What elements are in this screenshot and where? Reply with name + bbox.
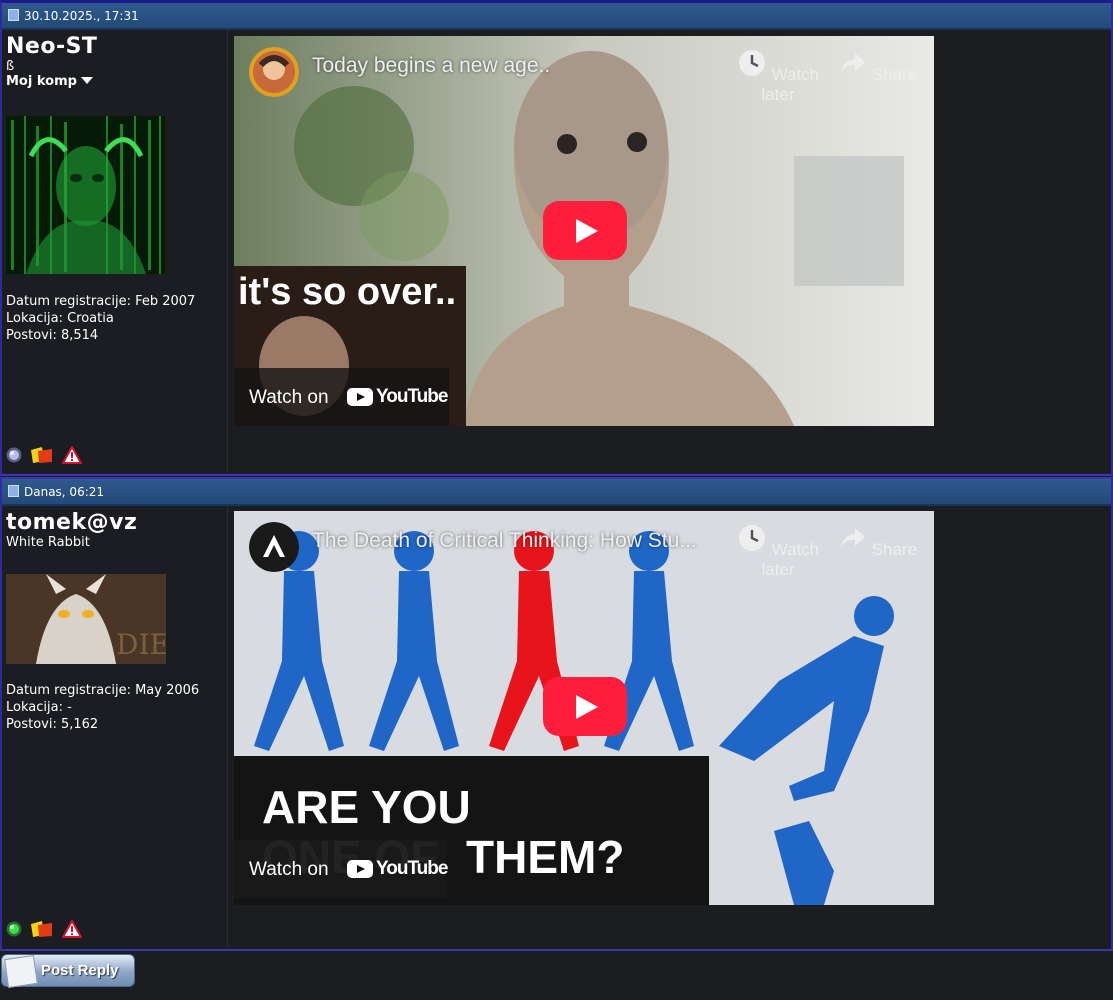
youtube-logo-icon [347, 388, 373, 406]
post-count: Postovi: 8,514 [6, 328, 99, 343]
video-title[interactable]: The Death of Critical Thinking: How Stu.… [312, 529, 697, 553]
post-timestamp: 30.10.2025., 17:31 [24, 9, 139, 23]
post-document-icon [8, 9, 19, 21]
channel-avatar[interactable] [249, 47, 299, 97]
post-2: Danas, 06:21 tomek@vz White Rabbit DIE D… [0, 477, 1113, 951]
user-title: White Rabbit [6, 535, 90, 550]
warning-icon[interactable] [62, 920, 82, 938]
user-info-panel: tomek@vz White Rabbit DIE Datum registra… [2, 506, 228, 947]
share-icon [840, 528, 865, 547]
post-reply-button[interactable]: Post Reply [1, 954, 135, 988]
share-icon [840, 53, 865, 72]
moj-komp-dropdown[interactable]: Moj komp [6, 74, 227, 89]
report-flag-icon[interactable] [30, 920, 54, 938]
youtube-logo-icon [347, 860, 373, 878]
play-button[interactable] [543, 201, 627, 260]
thumbnail-caption: it's so over.. [238, 271, 456, 313]
youtube-label: YouTube [376, 386, 448, 407]
share-button[interactable]: Share [822, 523, 932, 560]
post-timestamp: Danas, 06:21 [24, 485, 105, 499]
user-stats: Datum registracije: May 2006 Lokacija: -… [6, 682, 199, 733]
report-flag-icon[interactable] [30, 446, 54, 464]
post-header: Danas, 06:21 [2, 479, 1111, 506]
avatar-overlay-text: DIE [116, 628, 166, 661]
post-1: 30.10.2025., 17:31 Neo-ST ß Moj komp Dat… [0, 0, 1113, 476]
clock-icon [738, 525, 765, 551]
post-document-icon [8, 485, 19, 497]
location: Lokacija: - [6, 700, 72, 715]
offline-status-icon [6, 447, 22, 463]
moj-komp-label: Moj komp [6, 74, 77, 89]
warning-icon[interactable] [62, 446, 82, 464]
username[interactable]: Neo-ST [6, 34, 227, 59]
watch-later-button[interactable]: Watch later [723, 48, 833, 105]
channel-avatar[interactable] [249, 522, 299, 572]
user-action-icons [6, 920, 82, 938]
watch-later-button[interactable]: Watch later [723, 523, 833, 580]
watch-on-youtube-button[interactable]: Watch on YouTube [234, 368, 449, 426]
watch-on-label: Watch on [249, 387, 329, 408]
video-title[interactable]: Today begins a new age.. [312, 54, 550, 78]
youtube-embed[interactable]: ARE YOU ONE OF THEM? The Death of Critic… [234, 511, 934, 905]
thumbnail-line-1: ARE YOU [262, 781, 471, 833]
watch-on-youtube-button[interactable]: Watch on YouTube [234, 840, 448, 898]
watch-later-label: Watch later [761, 540, 820, 579]
clock-icon [738, 50, 765, 76]
location: Lokacija: Croatia [6, 311, 114, 326]
registration-date: Datum registracije: May 2006 [6, 683, 200, 698]
avatar[interactable]: DIE [6, 574, 166, 664]
registration-date: Datum registracije: Feb 2007 [6, 294, 196, 309]
watch-on-label: Watch on [249, 859, 329, 880]
user-stats: Datum registracije: Feb 2007 Lokacija: C… [6, 293, 195, 344]
play-button[interactable] [543, 677, 627, 736]
youtube-embed[interactable]: it's so over.. Today begins a new age.. … [234, 36, 934, 426]
watch-later-label: Watch later [761, 65, 820, 104]
post-count: Postovi: 5,162 [6, 717, 99, 732]
post-reply-label: Post Reply [41, 962, 119, 979]
share-button[interactable]: Share [822, 48, 932, 85]
username[interactable]: tomek@vz [6, 510, 227, 535]
share-label: Share [871, 540, 918, 559]
chevron-down-icon [80, 77, 93, 84]
avatar[interactable] [6, 116, 165, 274]
user-action-icons [6, 446, 82, 464]
post-header: 30.10.2025., 17:31 [2, 3, 1111, 30]
online-status-icon [6, 921, 22, 937]
youtube-label: YouTube [376, 858, 448, 879]
post-reply-icon [4, 955, 38, 988]
post-body: Neo-ST ß Moj komp Datum registracije: Fe… [2, 30, 1111, 472]
share-label: Share [871, 65, 918, 84]
thumbnail-line-3: THEM? [466, 831, 624, 883]
user-info-panel: Neo-ST ß Moj komp Datum registracije: Fe… [2, 30, 228, 472]
user-title: ß [6, 59, 15, 74]
post-body: tomek@vz White Rabbit DIE Datum registra… [2, 506, 1111, 947]
